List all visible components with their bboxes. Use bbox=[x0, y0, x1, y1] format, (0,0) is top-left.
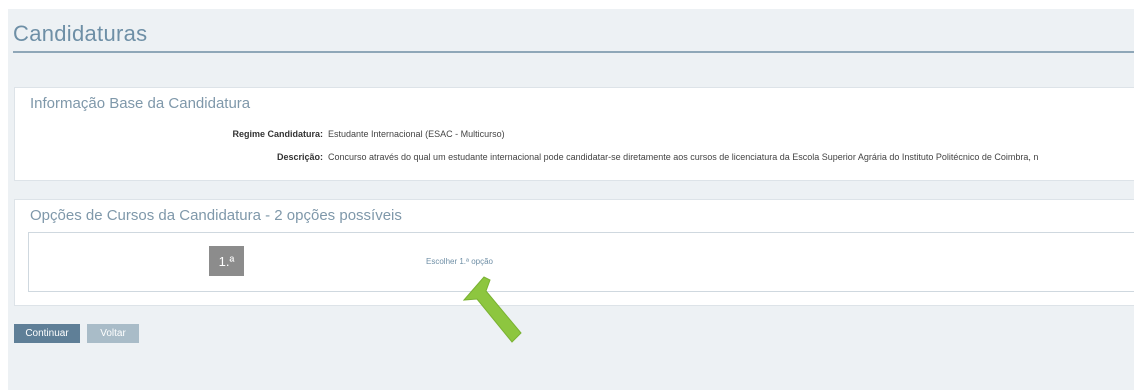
green-arrow-icon bbox=[463, 276, 522, 343]
info-panel: Informação Base da Candidatura Regime Ca… bbox=[14, 87, 1134, 181]
regime-label: Regime Candidatura: bbox=[232, 129, 323, 139]
back-button[interactable]: Voltar bbox=[87, 324, 139, 343]
page-title: Candidaturas bbox=[13, 21, 148, 46]
continue-button[interactable]: Continuar bbox=[14, 324, 80, 343]
description-value: Concurso através do qual um estudante in… bbox=[328, 152, 1039, 162]
choose-first-option-link[interactable]: Escolher 1.ª opção bbox=[426, 257, 493, 266]
options-panel: Opções de Cursos da Candidatura - 2 opçõ… bbox=[14, 199, 1134, 306]
options-panel-title: Opções de Cursos da Candidatura - 2 opçõ… bbox=[30, 207, 402, 224]
option-row: 1.ª Escolher 1.ª opção bbox=[28, 232, 1134, 292]
description-label: Descrição: bbox=[276, 152, 323, 162]
info-panel-title: Informação Base da Candidatura bbox=[30, 95, 251, 112]
title-divider bbox=[13, 51, 1134, 53]
regime-value: Estudante Internacional (ESAC - Multicur… bbox=[328, 129, 505, 139]
page-container: Candidaturas Informação Base da Candidat… bbox=[8, 9, 1134, 390]
option-number-badge: 1.ª bbox=[209, 246, 244, 276]
